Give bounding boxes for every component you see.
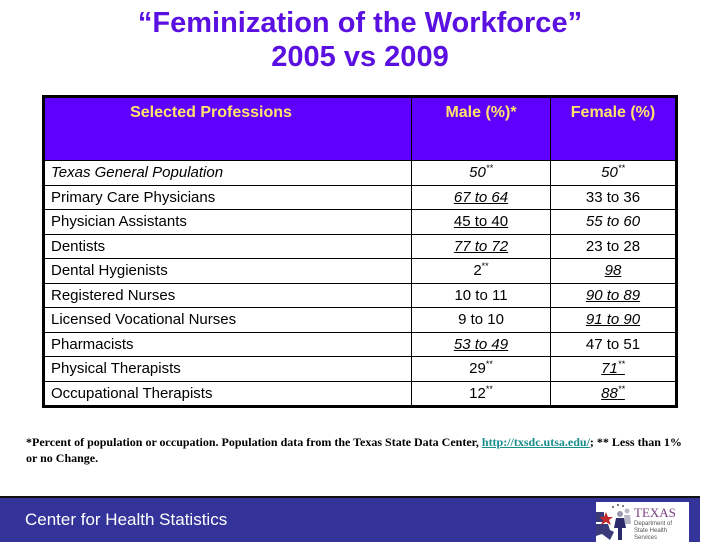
txsdc-link[interactable]: http://txsdc.utsa.edu/ xyxy=(482,435,590,449)
slide-title: “Feminization of the Workforce” 2005 vs … xyxy=(0,6,720,74)
footnote-text: *Percent of population or occupation. Po… xyxy=(26,435,482,449)
male-cell: 77 to 72 xyxy=(411,233,551,259)
female-cell: 71** xyxy=(550,356,677,382)
female-cell: 91 to 90 xyxy=(550,307,677,333)
footer-bar: Center for Health Statistics TEXAS Depar… xyxy=(0,496,700,542)
texas-people-icon xyxy=(596,504,631,540)
table-row: Dentists 77 to 72 23 to 28 xyxy=(43,233,677,259)
professions-table: Selected Professions Male (%)* Female (%… xyxy=(42,95,678,408)
female-cell: 47 to 51 xyxy=(550,331,677,357)
table-row: Primary Care Physicians 67 to 64 33 to 3… xyxy=(43,184,677,210)
profession-cell: Physical Therapists xyxy=(43,356,412,382)
female-cell: 55 to 60 xyxy=(550,209,677,235)
table-row: Physical Therapists 29** 71** xyxy=(43,356,677,382)
female-cell: 88** xyxy=(550,380,677,407)
profession-cell: Registered Nurses xyxy=(43,282,412,308)
male-cell: 67 to 64 xyxy=(411,184,551,210)
table-row: Texas General Population 50** 50** xyxy=(43,160,677,186)
male-cell: 12** xyxy=(411,380,551,407)
table-row: Physician Assistants 45 to 40 55 to 60 xyxy=(43,209,677,235)
female-cell: 50** xyxy=(550,160,677,186)
table-header-row: Selected Professions Male (%)* Female (%… xyxy=(43,96,677,161)
logo-subtitle: Department of State Health Services xyxy=(634,521,673,541)
header-female: Female (%) xyxy=(550,96,677,161)
title-line-2: 2005 vs 2009 xyxy=(271,41,449,73)
profession-cell: Dental Hygienists xyxy=(43,258,412,284)
header-male: Male (%)* xyxy=(411,96,551,161)
female-cell: 98 xyxy=(550,258,677,284)
male-cell: 45 to 40 xyxy=(411,209,551,235)
table-row: Registered Nurses 10 to 11 90 to 89 xyxy=(43,282,677,308)
footnote: *Percent of population or occupation. Po… xyxy=(26,434,696,466)
male-cell: 10 to 11 xyxy=(411,282,551,308)
female-cell: 90 to 89 xyxy=(550,282,677,308)
profession-cell: Dentists xyxy=(43,233,412,259)
table-row: Licensed Vocational Nurses 9 to 10 91 to… xyxy=(43,307,677,333)
male-cell: 9 to 10 xyxy=(411,307,551,333)
profession-cell: Physician Assistants xyxy=(43,209,412,235)
profession-cell: Occupational Therapists xyxy=(43,380,412,407)
header-selected-professions: Selected Professions xyxy=(43,96,412,161)
profession-cell: Licensed Vocational Nurses xyxy=(43,307,412,333)
footer-label: Center for Health Statistics xyxy=(25,510,228,529)
profession-cell: Pharmacists xyxy=(43,331,412,357)
male-cell: 50** xyxy=(411,160,551,186)
female-cell: 33 to 36 xyxy=(550,184,677,210)
table-row: Dental Hygienists 2** 98 xyxy=(43,258,677,284)
table-row: Pharmacists 53 to 49 47 to 51 xyxy=(43,331,677,357)
dshs-logo: TEXAS Department of State Health Service… xyxy=(596,502,689,542)
profession-cell: Primary Care Physicians xyxy=(43,184,412,210)
profession-cell: Texas General Population xyxy=(43,160,412,186)
male-cell: 53 to 49 xyxy=(411,331,551,357)
female-cell: 23 to 28 xyxy=(550,233,677,259)
male-cell: 2** xyxy=(411,258,551,284)
logo-wordmark: TEXAS xyxy=(634,505,676,520)
male-cell: 29** xyxy=(411,356,551,382)
title-line-1: “Feminization of the Workforce” xyxy=(137,7,583,39)
table-row: Occupational Therapists 12** 88** xyxy=(43,380,677,407)
